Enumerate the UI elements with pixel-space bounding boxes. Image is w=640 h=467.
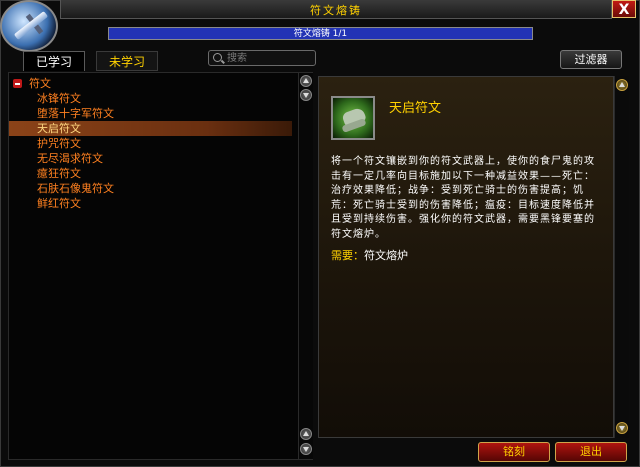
spell-description: 将一个符文镶嵌到你的符文武器上，使你的食尸鬼的攻击有一定几率向目标施加以下一种减… bbox=[331, 156, 595, 240]
engrave-button[interactable]: 铭刻 bbox=[478, 442, 550, 462]
skill-progress-bar: 符文熔铸 1/1 bbox=[108, 27, 533, 40]
list-item[interactable]: 天启符文 bbox=[9, 121, 292, 136]
spell-name: 天启符文 bbox=[389, 101, 442, 116]
filter-button[interactable]: 过滤器 bbox=[560, 50, 622, 69]
collapse-icon[interactable] bbox=[13, 79, 22, 88]
title-bar[interactable]: 符文熔铸 bbox=[60, 0, 612, 19]
window-title: 符文熔铸 bbox=[310, 4, 362, 17]
tab-unlearned[interactable]: 未学习 bbox=[96, 51, 158, 71]
list-item[interactable]: 堕落十字军符文 bbox=[9, 106, 292, 121]
recipe-list: 符文 冰锋符文 堕落十字军符文 天启符文 护咒符文 无尽渴求符文 癔狂符文 石肤石像鬼符文鲜… bbox=[8, 72, 313, 460]
recipe-items: 冰锋符文 堕落十字军符文 天启符文 护咒符文 无尽渴求符文 癔狂符文 石肤石像鬼符文 鲜红符文 bbox=[9, 91, 292, 211]
exit-button[interactable]: 退出 bbox=[555, 442, 627, 462]
scroll-up-icon[interactable] bbox=[300, 428, 312, 440]
category-label: 符文 bbox=[29, 77, 51, 90]
search-icon bbox=[213, 53, 222, 62]
scroll-down-icon[interactable] bbox=[300, 89, 312, 101]
scroll-up-icon[interactable] bbox=[300, 75, 312, 87]
runeforge-sword-icon bbox=[0, 0, 58, 52]
clawed-hand-icon[interactable] bbox=[331, 96, 375, 140]
recipe-detail: 天启符文 将一个符文镶嵌到你的符文武器上，使你的食尸鬼的攻击有一定几率向目标施加… bbox=[318, 76, 614, 438]
scroll-down-icon[interactable] bbox=[300, 443, 312, 455]
scroll-up-icon[interactable] bbox=[616, 79, 628, 91]
requirement-value: 符文熔炉 bbox=[364, 249, 408, 262]
list-item[interactable]: 石肤石像鬼符文 bbox=[9, 181, 292, 196]
list-item[interactable]: 无尽渴求符文 bbox=[9, 151, 292, 166]
search-box[interactable] bbox=[208, 50, 316, 66]
list-item[interactable]: 护咒符文 bbox=[9, 136, 292, 151]
close-button[interactable]: X bbox=[612, 0, 636, 18]
scroll-down-icon[interactable] bbox=[616, 422, 628, 434]
tab-learned[interactable]: 已学习 bbox=[23, 51, 85, 71]
detail-scrollbar[interactable] bbox=[614, 76, 629, 438]
list-item[interactable]: 癔狂符文 bbox=[9, 166, 292, 181]
search-input[interactable] bbox=[227, 51, 313, 65]
progress-text: 符文熔铸 1/1 bbox=[293, 29, 348, 39]
requirement: 需要：符文熔炉 bbox=[331, 247, 408, 263]
list-item[interactable]: 冰锋符文 bbox=[9, 91, 292, 106]
list-scrollbar[interactable] bbox=[298, 73, 313, 459]
requirement-label: 需要： bbox=[331, 249, 364, 262]
list-item[interactable]: 鲜红符文 bbox=[9, 196, 292, 211]
